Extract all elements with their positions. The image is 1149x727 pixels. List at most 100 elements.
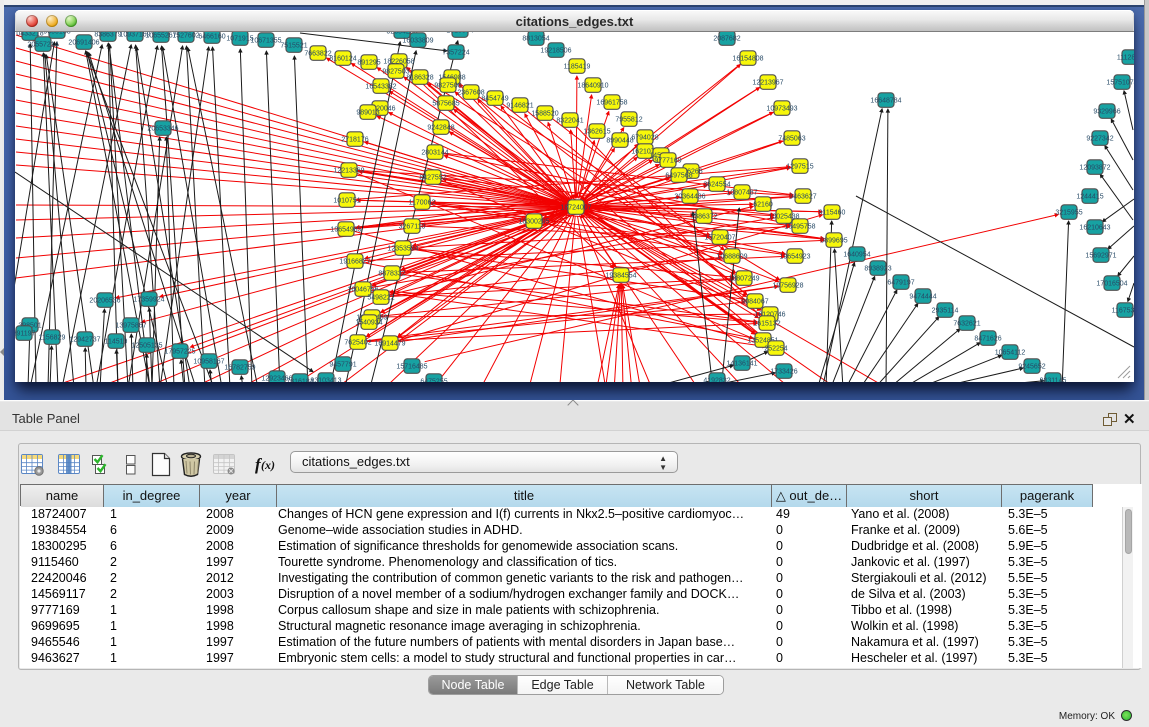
svg-text:7357224: 7357224 — [442, 50, 469, 57]
svg-text:9777169: 9777169 — [654, 158, 681, 165]
svg-text:16914479: 16914479 — [374, 341, 405, 348]
svg-text:10654112: 10654112 — [995, 350, 1026, 357]
svg-text:16210643: 16210643 — [1079, 225, 1110, 232]
svg-text:9457791: 9457791 — [329, 362, 356, 369]
svg-text:1167531: 1167531 — [1112, 308, 1134, 315]
svg-text:5875685: 5875685 — [432, 101, 459, 108]
svg-text:1112848: 1112848 — [1117, 55, 1134, 62]
svg-text:18640910: 18640910 — [577, 83, 608, 90]
svg-text:16154808: 16154808 — [732, 56, 763, 63]
svg-text:9146821: 9146821 — [506, 103, 533, 110]
svg-text:14136141: 14136141 — [726, 361, 757, 368]
svg-text:12093872: 12093872 — [1079, 165, 1110, 172]
svg-text:6479197: 6479197 — [887, 280, 914, 287]
svg-text:989013: 989013 — [356, 110, 379, 117]
svg-text:19218506: 19218506 — [540, 48, 571, 55]
svg-text:9827508: 9827508 — [434, 83, 461, 90]
svg-text:8878332: 8878332 — [378, 271, 405, 278]
svg-text:20557214: 20557214 — [27, 42, 58, 49]
svg-text:19654985: 19654985 — [330, 227, 361, 234]
svg-text:16033809: 16033809 — [402, 38, 433, 45]
svg-text:19654923: 19654923 — [779, 254, 810, 261]
svg-text:4192832: 4192832 — [703, 378, 730, 383]
svg-text:8454749: 8454749 — [481, 96, 508, 103]
svg-text:9329966: 9329966 — [1093, 109, 1120, 116]
svg-text:16543382: 16543382 — [365, 84, 396, 91]
svg-text:12213967: 12213967 — [752, 80, 783, 87]
svg-text:252254: 252254 — [764, 346, 787, 353]
svg-text:20653346: 20653346 — [147, 126, 178, 133]
svg-text:7955812: 7955812 — [615, 117, 642, 124]
svg-text:6475255: 6475255 — [420, 379, 447, 383]
svg-text:10973493: 10973493 — [766, 106, 797, 113]
svg-text:8427552: 8427552 — [419, 175, 446, 182]
svg-text:3624554: 3624554 — [703, 182, 730, 189]
svg-text:19384554: 19384554 — [605, 273, 636, 280]
svg-text:12505135: 12505135 — [131, 343, 162, 350]
svg-text:1615594: 1615594 — [446, 32, 473, 35]
svg-text:9115460: 9115460 — [819, 210, 846, 217]
svg-text:19166827: 19166827 — [339, 259, 370, 266]
svg-text:17016504: 17016504 — [1096, 281, 1127, 288]
svg-text:15495758: 15495758 — [784, 224, 815, 231]
svg-text:62160: 62160 — [753, 202, 773, 209]
svg-text:7663822: 7663822 — [304, 51, 331, 58]
svg-text:1615132: 1615132 — [753, 321, 780, 328]
svg-text:9242848: 9242848 — [427, 125, 454, 132]
svg-text:6497568: 6497568 — [665, 173, 692, 180]
svg-text:17957225: 17957225 — [164, 349, 195, 356]
svg-text:8471626: 8471626 — [974, 336, 1001, 343]
svg-text:9084067: 9084067 — [741, 299, 768, 306]
svg-text:9463627: 9463627 — [789, 194, 816, 201]
svg-text:3215955: 3215955 — [1055, 210, 1082, 217]
svg-text:1527602: 1527602 — [172, 33, 199, 40]
svg-text:15692971: 15692971 — [1085, 253, 1116, 260]
svg-text:10958167: 10958167 — [193, 359, 224, 366]
svg-text:5498222: 5498222 — [367, 295, 394, 302]
svg-text:10688609: 10688609 — [716, 254, 747, 261]
svg-text:12353594: 12353594 — [387, 246, 418, 253]
svg-text:1244415: 1244415 — [1076, 194, 1103, 201]
svg-text:6466160: 6466160 — [198, 34, 225, 41]
svg-text:0899695: 0899695 — [820, 238, 847, 245]
svg-text:7485063: 7485063 — [778, 136, 805, 143]
svg-text:9600133: 9600133 — [43, 32, 70, 36]
svg-text:1733426: 1733426 — [770, 369, 797, 376]
svg-text:2087682: 2087682 — [713, 36, 740, 43]
svg-text:15716485: 15716485 — [396, 364, 427, 371]
svg-text:2803144: 2803144 — [421, 150, 448, 157]
svg-text:1156829: 1156829 — [39, 335, 66, 342]
svg-text:8186328: 8186328 — [406, 75, 433, 82]
svg-text:18807249: 18807249 — [728, 276, 759, 283]
svg-text:20206536: 20206536 — [89, 298, 120, 305]
svg-text:20691406: 20691406 — [68, 40, 99, 47]
svg-text:1297515: 1297515 — [786, 164, 813, 171]
svg-text:1185419: 1185419 — [564, 64, 591, 71]
svg-text:9474444: 9474444 — [909, 294, 936, 301]
svg-text:15720407: 15720407 — [704, 235, 735, 242]
svg-text:8160124: 8160124 — [329, 56, 356, 63]
svg-text:20364436: 20364436 — [674, 194, 705, 201]
svg-text:6794028: 6794028 — [631, 135, 658, 142]
svg-text:9227342: 9227342 — [1086, 136, 1113, 143]
svg-text:18300295: 18300295 — [518, 219, 549, 226]
svg-text:(x): (x) — [261, 458, 275, 472]
svg-text:93103413: 93103413 — [310, 378, 341, 383]
svg-text:12213369: 12213369 — [333, 168, 364, 175]
svg-text:8386379: 8386379 — [94, 32, 121, 39]
svg-text:891295: 891295 — [357, 60, 380, 67]
svg-text:2718176: 2718176 — [341, 137, 368, 144]
svg-text:8813054: 8813054 — [522, 36, 549, 43]
svg-text:2935114: 2935114 — [932, 308, 959, 315]
svg-text:1640954: 1640954 — [843, 252, 870, 259]
svg-text:114519: 114519 — [105, 339, 128, 346]
svg-text:1170062: 1170062 — [409, 200, 436, 207]
svg-text:7515521: 7515521 — [280, 43, 307, 50]
svg-text:1540934: 1540934 — [355, 320, 382, 327]
svg-text:10807487: 10807487 — [726, 190, 757, 197]
svg-text:8938923: 8938923 — [864, 266, 891, 273]
svg-text:8322041: 8322041 — [556, 118, 583, 125]
svg-text:9831145: 9831145 — [1040, 378, 1067, 383]
svg-text:9245652: 9245652 — [1018, 364, 1045, 371]
svg-text:16648784: 16648784 — [870, 98, 901, 105]
